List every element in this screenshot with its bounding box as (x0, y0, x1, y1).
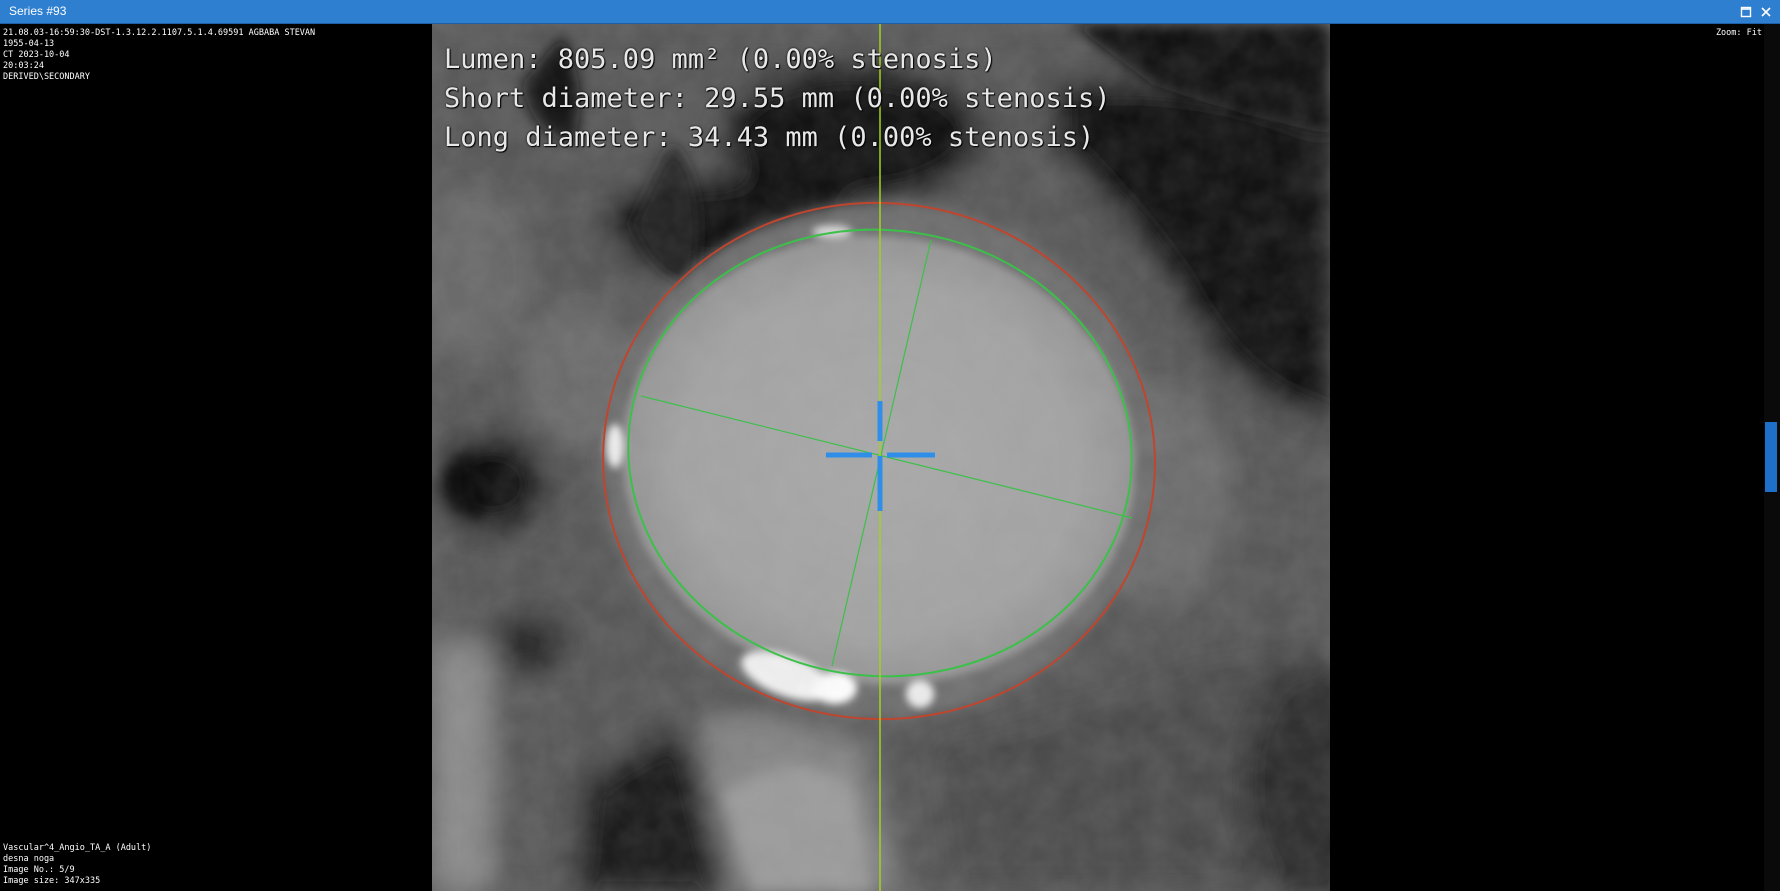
lumen-measurement: Lumen: 805.09 mm² (0.00% stenosis) (444, 44, 997, 75)
patient-info-overlay: 21.08.03-16:59:30-DST-1.3.12.2.1107.5.1.… (3, 28, 315, 83)
long-diameter-measurement: Long diameter: 34.43 mm (0.00% stenosis) (444, 122, 1095, 153)
image-viewport[interactable]: Lumen: 805.09 mm² (0.00% stenosis) Short … (0, 24, 1780, 891)
maximize-icon[interactable] (1737, 3, 1755, 21)
close-icon[interactable] (1757, 3, 1775, 21)
patient-birthdate: 1955-04-13 (3, 39, 55, 49)
protocol-name: Vascular^4_Angio_TA_A (Adult) (3, 843, 152, 853)
measurement-overlay: Lumen: 805.09 mm² (0.00% stenosis) Short … (444, 40, 1110, 157)
window-titlebar[interactable]: Series #93 (0, 0, 1780, 24)
study-id: 21.08.03-16:59:30-DST-1.3.12.2.1107.5.1.… (3, 28, 316, 38)
series-description: desna noga (3, 854, 55, 864)
short-diameter-measurement: Short diameter: 29.55 mm (0.00% stenosis… (444, 83, 1111, 114)
image-size: Image size: 347x335 (3, 876, 101, 886)
scrollbar-thumb[interactable] (1765, 422, 1777, 492)
zoom-label: Zoom: Fit (1715, 28, 1762, 38)
image-type: DERIVED\SECONDARY (3, 72, 90, 82)
image-number: Image No.: 5/9 (3, 865, 75, 875)
zoom-overlay: Zoom: Fit (1716, 28, 1762, 39)
study-time: 20:03:24 (3, 61, 44, 71)
window-title: Series #93 (9, 4, 67, 18)
study-date: CT 2023-10-04 (3, 50, 70, 60)
series-info-overlay: Vascular^4_Angio_TA_A (Adult) desna noga… (3, 843, 151, 887)
